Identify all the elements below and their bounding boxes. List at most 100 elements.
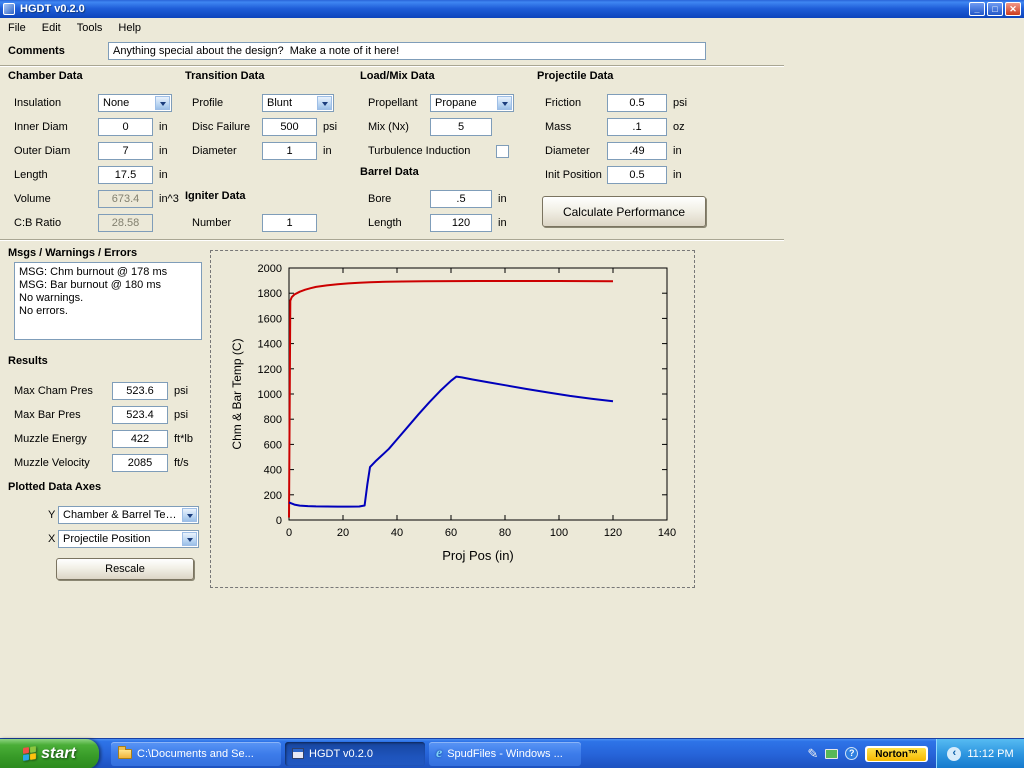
muzzle-velocity-output	[112, 454, 168, 472]
norton-tray-badge[interactable]: Norton™	[865, 746, 928, 762]
separator	[0, 239, 784, 241]
friction-input[interactable]	[607, 94, 667, 112]
mix-input[interactable]	[430, 118, 492, 136]
calculate-performance-button[interactable]: Calculate Performance	[542, 196, 706, 227]
results-section: Results Max Cham Pres psi Max Bar Pres p…	[8, 355, 48, 367]
projectile-diameter-input[interactable]	[607, 142, 667, 160]
comments-input[interactable]	[108, 42, 706, 60]
svg-text:0: 0	[276, 515, 282, 527]
menu-tools[interactable]: Tools	[69, 19, 111, 37]
svg-text:20: 20	[337, 527, 349, 539]
disc-failure-unit: psi	[323, 121, 337, 133]
chamber-data-section: Chamber Data Insulation None Inner Diam …	[8, 70, 186, 82]
clock-area[interactable]: ‹ 11:12 PM	[936, 739, 1024, 768]
y-axis-select[interactable]: Chamber & Barrel Temp	[58, 506, 199, 524]
svg-text:2000: 2000	[258, 263, 282, 275]
plotted-title: Plotted Data Axes	[8, 481, 101, 493]
y-axis-value: Chamber & Barrel Temp	[63, 509, 180, 521]
init-position-label: Init Position	[545, 169, 607, 181]
svg-text:1600: 1600	[258, 313, 282, 325]
taskbar-item-explorer[interactable]: C:\Documents and Se...	[111, 742, 281, 766]
transition-diameter-input[interactable]	[262, 142, 317, 160]
muzzle-energy-label: Muzzle Energy	[14, 433, 112, 445]
chart-panel: 0200400600800100012001400160018002000020…	[210, 250, 695, 588]
svg-text:100: 100	[550, 527, 568, 539]
mix-label: Mix (Nx)	[368, 121, 430, 133]
chamber-length-unit: in	[159, 169, 168, 181]
outer-diam-input[interactable]	[98, 142, 153, 160]
barrel-length-input[interactable]	[430, 214, 492, 232]
svg-text:0: 0	[286, 527, 292, 539]
svg-text:1400: 1400	[258, 339, 282, 351]
max-cham-pres-label: Max Cham Pres	[14, 385, 112, 397]
window-title: HGDT v0.2.0	[20, 3, 967, 15]
friction-unit: psi	[673, 97, 687, 109]
rescale-button[interactable]: Rescale	[56, 558, 194, 580]
transition-data-section: Transition Data Profile Blunt Disc Failu…	[185, 70, 357, 82]
tray-pencil-icon[interactable]: ✎	[807, 746, 818, 762]
section-title: Projectile Data	[537, 70, 713, 82]
inner-diam-input[interactable]	[98, 118, 153, 136]
taskbar-item-hgdt[interactable]: HGDT v0.2.0	[285, 742, 425, 766]
mass-input[interactable]	[607, 118, 667, 136]
muzzle-energy-unit: ft*lb	[174, 433, 193, 445]
close-button[interactable]: ✕	[1005, 2, 1021, 16]
bore-input[interactable]	[430, 190, 492, 208]
norton-label: Norton™	[867, 748, 926, 761]
menu-file[interactable]: File	[0, 19, 34, 37]
tray-help-icon[interactable]: ?	[845, 747, 858, 760]
x-axis-value: Projectile Position	[63, 533, 150, 545]
section-title: Load/Mix Data	[360, 70, 536, 82]
igniter-number-input[interactable]	[262, 214, 317, 232]
svg-text:1800: 1800	[258, 288, 282, 300]
profile-select[interactable]: Blunt	[262, 94, 334, 112]
system-tray: ✎ ? Norton™ ‹ 11:12 PM	[807, 739, 1024, 768]
barrel-length-label: Length	[368, 217, 430, 229]
projectile-diameter-unit: in	[673, 145, 682, 157]
disc-failure-input[interactable]	[262, 118, 317, 136]
taskbar-item-browser[interactable]: e SpudFiles - Windows ...	[429, 742, 581, 766]
menu-help[interactable]: Help	[110, 19, 149, 37]
insulation-select[interactable]: None	[98, 94, 172, 112]
hide-icons-chevron-icon[interactable]: ‹	[947, 747, 961, 761]
maximize-button[interactable]: □	[987, 2, 1003, 16]
init-position-input[interactable]	[607, 166, 667, 184]
chevron-down-icon	[155, 96, 170, 110]
taskbar-item-label: C:\Documents and Se...	[137, 748, 254, 760]
propellant-select[interactable]: Propane	[430, 94, 514, 112]
loadmix-data-section: Load/Mix Data Propellant Propane Mix (Nx…	[360, 70, 536, 82]
chevron-down-icon	[182, 508, 197, 522]
muzzle-velocity-unit: ft/s	[174, 457, 189, 469]
tray-display-icon[interactable]	[825, 749, 838, 759]
friction-label: Friction	[545, 97, 607, 109]
projectile-data-section: Projectile Data Friction psi Mass oz Dia…	[537, 70, 713, 82]
muzzle-energy-output	[112, 430, 168, 448]
start-button[interactable]: start	[0, 739, 99, 768]
bore-label: Bore	[368, 193, 430, 205]
svg-text:Chm & Bar Temp (C): Chm & Bar Temp (C)	[230, 338, 244, 449]
app-icon	[3, 3, 15, 15]
igniter-data-title: Igniter Data	[185, 190, 246, 202]
max-cham-pres-output	[112, 382, 168, 400]
menu-edit[interactable]: Edit	[34, 19, 69, 37]
msgs-title: Msgs / Warnings / Errors	[8, 247, 137, 259]
section-title: Transition Data	[185, 70, 357, 82]
barrel-data-title: Barrel Data	[360, 166, 419, 178]
application-window: HGDT v0.2.0 _ □ ✕ File Edit Tools Help C…	[0, 0, 1024, 768]
inner-diam-label: Inner Diam	[14, 121, 98, 133]
svg-text:600: 600	[264, 439, 282, 451]
x-axis-select[interactable]: Projectile Position	[58, 530, 199, 548]
chart-svg: 0200400600800100012001400160018002000020…	[211, 251, 694, 587]
turbulence-label: Turbulence Induction	[368, 145, 470, 157]
turbulence-checkbox[interactable]	[496, 145, 509, 158]
transition-diameter-unit: in	[323, 145, 332, 157]
cb-ratio-label: C:B Ratio	[14, 217, 98, 229]
chamber-length-input[interactable]	[98, 166, 153, 184]
barrel-length-unit: in	[498, 217, 507, 229]
msg-line: No warnings.	[19, 292, 197, 305]
svg-text:1000: 1000	[258, 389, 282, 401]
minimize-button[interactable]: _	[969, 2, 985, 16]
insulation-label: Insulation	[14, 97, 98, 109]
messages-listbox[interactable]: MSG: Chm burnout @ 178 ms MSG: Bar burno…	[14, 262, 202, 340]
max-bar-pres-unit: psi	[174, 409, 188, 421]
